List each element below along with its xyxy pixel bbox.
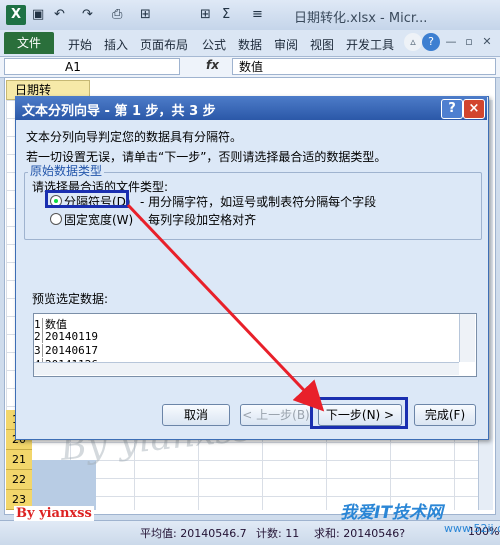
annotation-arrow-icon [126, 203, 325, 412]
